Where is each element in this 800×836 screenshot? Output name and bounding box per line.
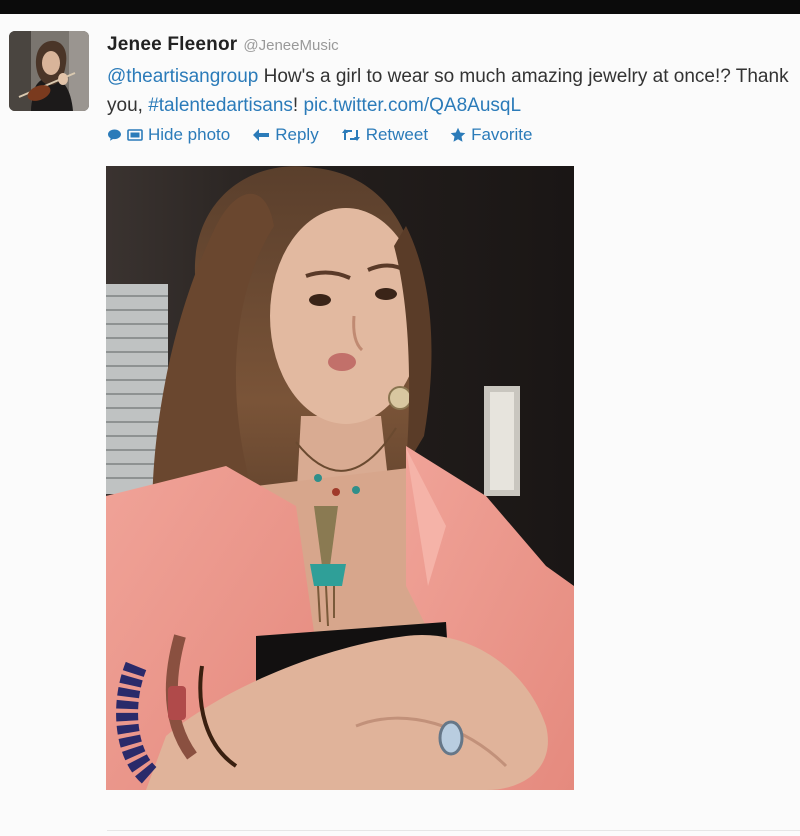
tweet-body-part-2: ! xyxy=(292,95,304,116)
photo-link[interactable]: pic.twitter.com/QA8AusqL xyxy=(303,95,521,116)
favorite-label: Favorite xyxy=(471,125,533,144)
retweet-label: Retweet xyxy=(365,125,429,144)
avatar-image xyxy=(9,31,89,111)
tweet-actions: Hide photo Reply Retweet Favorite xyxy=(107,123,555,147)
hide-photo-button[interactable]: Hide photo xyxy=(107,125,230,145)
reply-label: Reply xyxy=(275,125,319,144)
avatar[interactable] xyxy=(9,31,89,111)
reply-icon xyxy=(252,128,270,142)
author-name[interactable]: Jenee Fleenor xyxy=(107,34,237,55)
mention-link[interactable]: @theartisangroup xyxy=(107,66,258,87)
tweet-author: Jenee Fleenor @JeneeMusic xyxy=(107,34,339,56)
retweet-button[interactable]: Retweet xyxy=(341,125,428,145)
star-icon xyxy=(450,127,466,143)
author-handle[interactable]: @JeneeMusic xyxy=(243,37,338,54)
speech-bubble-icon xyxy=(107,128,122,142)
tweet-text: @theartisangroup How's a girl to wear so… xyxy=(107,62,800,120)
retweet-icon xyxy=(341,128,361,142)
hashtag-link[interactable]: #talentedartisans xyxy=(148,95,293,116)
photo-image xyxy=(106,166,574,790)
top-bar xyxy=(0,0,800,14)
reply-button[interactable]: Reply xyxy=(252,125,319,145)
tweet-divider xyxy=(107,830,800,831)
tweet-photo[interactable] xyxy=(106,166,574,790)
photo-icon xyxy=(127,128,143,142)
hide-photo-label: Hide photo xyxy=(148,125,231,144)
favorite-button[interactable]: Favorite xyxy=(450,125,533,145)
